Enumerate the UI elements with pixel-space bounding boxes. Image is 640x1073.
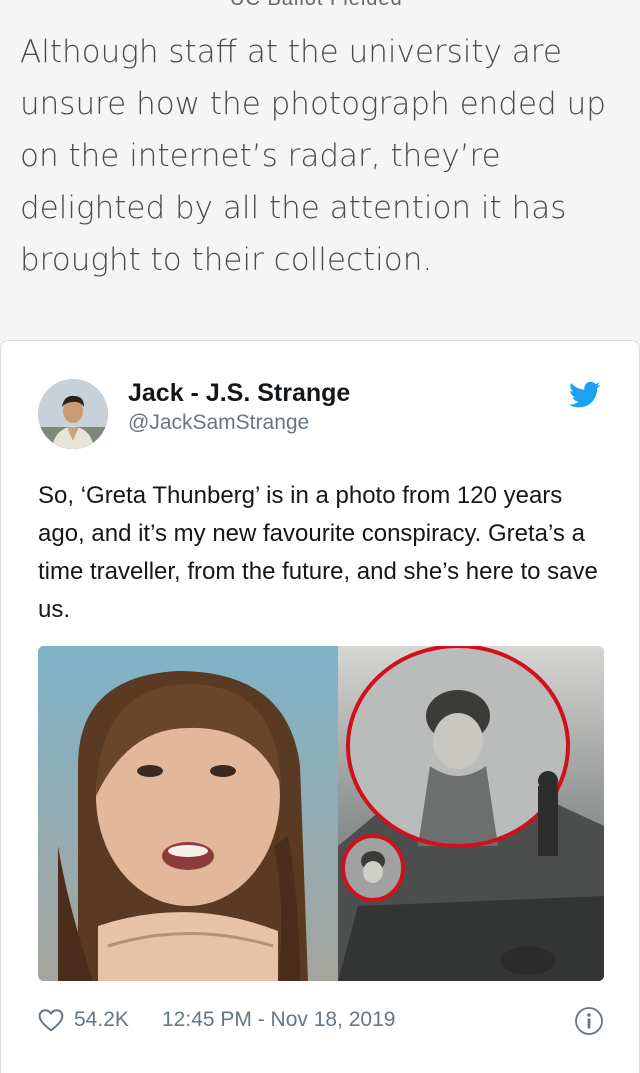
avatar[interactable] xyxy=(38,379,108,449)
tweet-photo[interactable] xyxy=(38,646,604,981)
heart-icon[interactable] xyxy=(38,1008,64,1032)
page: UC Ballot Fielded Although staff at the … xyxy=(0,0,640,1073)
info-icon[interactable] xyxy=(574,1006,604,1036)
like-count[interactable]: 54.2K xyxy=(74,1008,129,1032)
tweet-photo-image xyxy=(38,646,604,981)
previous-text-cutoff: UC Ballot Fielded xyxy=(0,0,640,18)
avatar-image xyxy=(38,379,108,449)
article-paragraph: Although staff at the university are uns… xyxy=(20,34,606,278)
twitter-bird-icon[interactable] xyxy=(569,381,601,409)
user-display-name[interactable]: Jack - J.S. Strange xyxy=(128,379,350,408)
tweet-timestamp[interactable]: 12:45 PM - Nov 18, 2019 xyxy=(162,1008,395,1032)
embedded-tweet-card[interactable]: Jack - J.S. Strange @JackSamStrange So, … xyxy=(0,340,640,1073)
tweet-footer: 54.2K 12:45 PM - Nov 18, 2019 xyxy=(38,1006,604,1040)
tweet-text: So, ‘Greta Thunberg’ is in a photo from … xyxy=(38,482,598,623)
cutoff-text: UC Ballot Fielded xyxy=(230,0,403,11)
user-handle[interactable]: @JackSamStrange xyxy=(128,411,309,435)
